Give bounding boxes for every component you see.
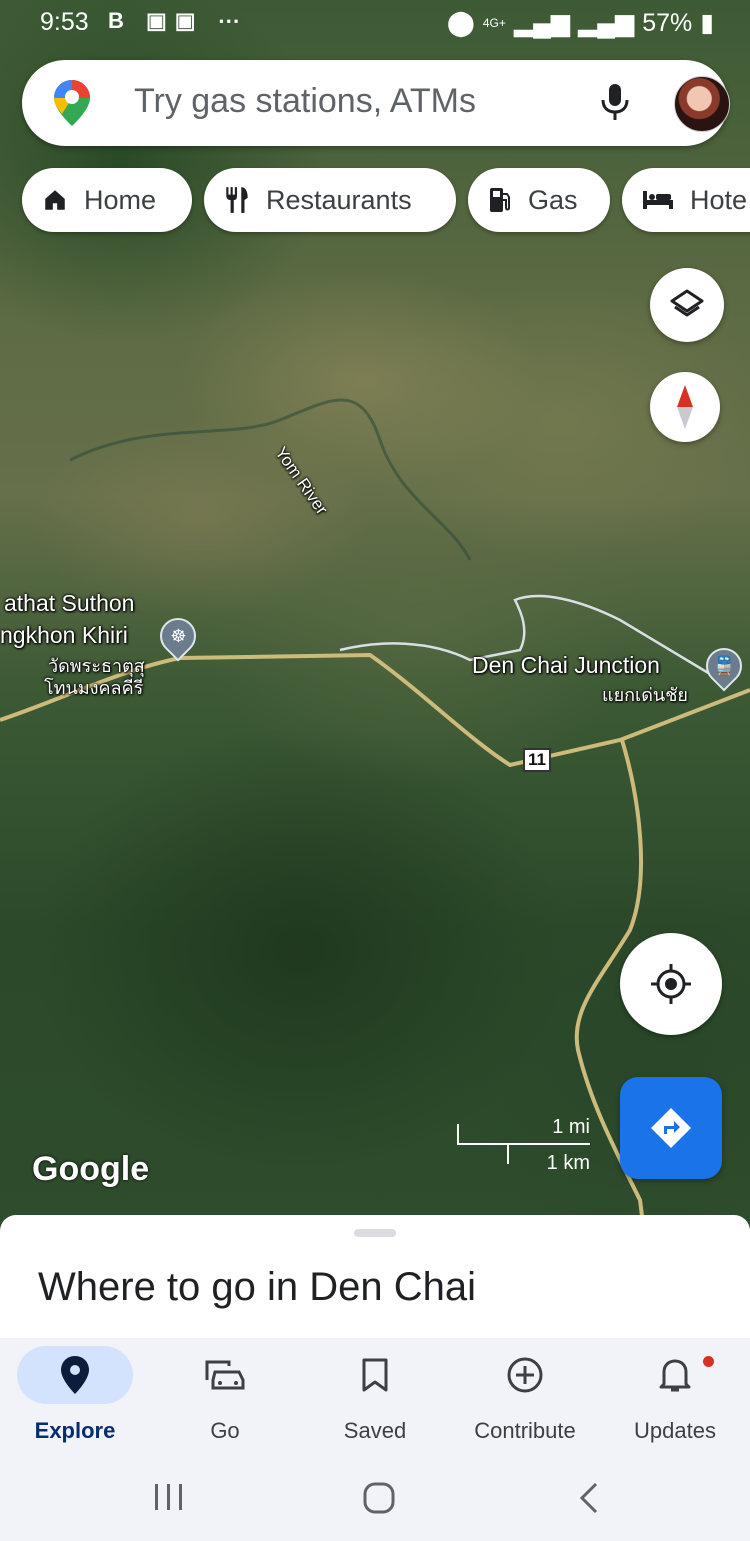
map-scale: 1 mi 1 km [456,1116,596,1174]
car-icon [205,1360,245,1390]
microphone-icon[interactable] [598,82,632,122]
temple-label-en-1[interactable]: athat Suthon [4,590,134,616]
chip-gas-label: Gas [528,184,578,215]
bottom-navigation: Explore Go Saved Contribute Updates [0,1338,750,1458]
status-right: ⬤ 4G+ ▂▄▆ ▂▄▆ 57% ▮ [447,8,714,38]
nav-explore-highlight [17,1346,133,1404]
nav-saved[interactable]: Saved [300,1346,450,1451]
sheet-title: Where to go in Den Chai [38,1265,477,1309]
chip-gas[interactable]: Gas [468,168,610,232]
hotel-icon [643,191,673,209]
layers-button[interactable] [650,268,724,342]
battery-level: 57% [642,8,693,37]
directions-icon [651,1108,691,1148]
nav-explore-label: Explore [34,1418,116,1443]
b-app-icon: B [108,8,132,33]
google-maps-logo-icon [54,80,90,126]
notification-icons: B ▣▣ ⋯ [108,8,248,34]
search-input[interactable]: Try gas stations, ATMs [134,82,476,121]
signal-icon: ▂▄▆ [513,9,571,37]
battery-icon: ▮ [700,9,714,37]
network-type: 4G+ [482,16,506,30]
signal-icon-2: ▂▄▆ [578,9,635,37]
category-chips: Home Restaurants Gas Hote [0,168,750,234]
crosshair-location-icon [651,964,691,1004]
account-avatar[interactable] [674,76,730,132]
location-icon: ⬤ [446,9,475,37]
home-icon [45,190,65,210]
scale-mi-label: 1 mi [552,1116,590,1138]
chip-hotels[interactable]: Hote [622,168,750,232]
sheet-drag-handle[interactable] [354,1229,396,1237]
status-time: 9:53 [40,8,89,36]
junction-label-th[interactable]: แยกเด่นชัย [602,684,688,706]
google-attribution: Google [32,1150,150,1188]
gas-station-icon [490,188,510,212]
temple-label-th-1[interactable]: วัดพระธาตุสุ [48,655,145,677]
system-nav-icons [155,1482,598,1514]
home-system-icon[interactable] [363,1482,395,1514]
chip-restaurants[interactable]: Restaurants [204,168,456,232]
chip-hotels-label: Hote [690,184,748,215]
shopping-bag-icon: ▣▣ [146,8,204,33]
back-icon[interactable] [579,1482,598,1514]
my-location-button[interactable] [620,933,722,1035]
maps-screen: Yom River athat Suthon ngkhon Khiri วัดพ… [0,0,750,1541]
nav-saved-label: Saved [343,1418,407,1443]
layers-icon [670,289,704,317]
temple-label-th-2[interactable]: โทนมงคลคีรี [44,677,143,699]
nav-contribute[interactable]: Contribute [450,1346,600,1451]
route-11-shield: 11 [523,748,551,772]
nav-updates[interactable]: Updates [600,1346,750,1451]
compass-icon [677,385,693,429]
compass-button[interactable] [650,372,720,442]
add-circle-icon [507,1357,543,1393]
chip-home[interactable]: Home [22,168,192,232]
system-navigation-bar [0,1458,750,1541]
explore-pin-icon [61,1356,89,1394]
chip-restaurants-label: Restaurants [266,184,412,215]
temple-label-en-2[interactable]: ngkhon Khiri [0,622,128,648]
more-notifications-icon: ⋯ [217,8,248,33]
nav-go-label: Go [210,1418,240,1443]
search-bar[interactable]: Try gas stations, ATMs [22,60,730,146]
nav-contribute-label: Contribute [474,1418,576,1443]
nav-explore[interactable]: Explore [0,1346,150,1451]
nav-updates-label: Updates [634,1418,716,1443]
scale-km-label: 1 km [546,1152,590,1174]
notification-dot [703,1356,714,1367]
bell-icon [659,1359,691,1392]
directions-button[interactable] [620,1077,722,1179]
recent-apps-icon[interactable] [155,1484,182,1510]
bottom-sheet[interactable]: Where to go in Den Chai [0,1215,750,1340]
restaurant-icon [226,187,248,213]
nav-go[interactable]: Go [150,1346,300,1451]
bookmark-icon [362,1358,388,1392]
chip-home-label: Home [84,184,157,215]
junction-label-en[interactable]: Den Chai Junction [472,652,660,678]
status-bar: 9:53 B ▣▣ ⋯ ⬤ 4G+ ▂▄▆ ▂▄▆ 57% ▮ [0,0,750,46]
